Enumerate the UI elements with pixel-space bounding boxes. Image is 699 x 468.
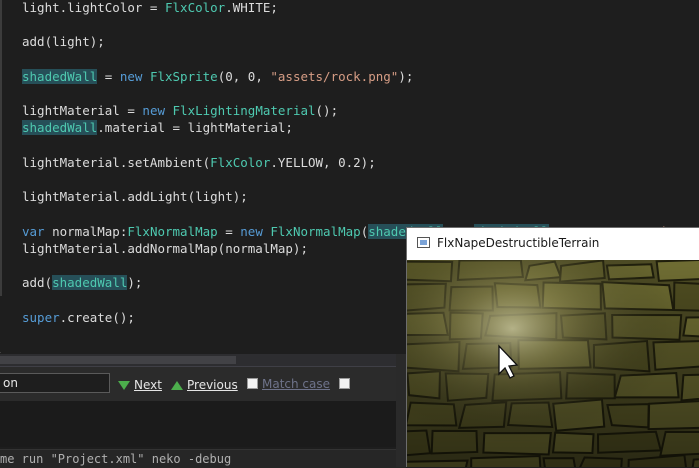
code-token: =	[217, 223, 241, 239]
fold-guide	[0, 0, 2, 296]
code-token: FlxLightingMaterial	[172, 103, 316, 119]
code-token: add(light);	[22, 34, 105, 50]
find-next-label: Next	[134, 378, 162, 392]
code-line[interactable]: shadedWall.material = lightMaterial;	[22, 120, 293, 136]
code-line[interactable]: }	[0, 344, 2, 354]
code-token: (0, 0,	[217, 68, 271, 84]
code-token: shadedWall	[22, 68, 98, 84]
code-token: );	[127, 275, 143, 291]
code-token: new	[240, 223, 263, 239]
window-title: FlxNapeDestructibleTerrain	[437, 236, 600, 250]
match-case-checkbox[interactable]	[247, 378, 258, 389]
code-token: FlxNormalMap	[127, 223, 218, 239]
code-token: lightMaterial =	[22, 103, 143, 119]
code-line[interactable]: light.lightColor = FlxColor.WHITE;	[22, 0, 278, 16]
code-token: shadedWall	[22, 120, 98, 136]
code-line[interactable]: lightMaterial.setAmbient(FlxColor.YELLOW…	[22, 155, 376, 171]
code-line[interactable]: lightMaterial = new FlxLightingMaterial(…	[22, 103, 338, 119]
code-token: FlxSprite	[149, 68, 218, 84]
code-token: lightMaterial.addLight(light);	[22, 189, 248, 205]
code-token: super	[22, 309, 60, 325]
code-line[interactable]: lightMaterial.addLight(light);	[22, 189, 248, 205]
code-token: lightMaterial.setAmbient(	[22, 154, 211, 170]
horizontal-scrollbar[interactable]	[0, 354, 406, 366]
arrow-down-icon	[118, 380, 130, 390]
code-token: light.lightColor =	[22, 0, 165, 15]
code-token: "assets/rock.png"	[270, 68, 399, 84]
find-bar: Next Previous Match case	[0, 366, 406, 401]
code-line[interactable]: super.create();	[22, 310, 135, 326]
find-previous-label: Previous	[187, 378, 238, 392]
code-token: .material = lightMaterial;	[97, 120, 293, 136]
code-token: normalMap:	[44, 223, 128, 239]
shadow-overlay	[407, 260, 699, 467]
find-previous-button[interactable]: Previous	[171, 377, 238, 393]
code-token: FlxColor	[210, 154, 271, 170]
code-token: new	[119, 68, 143, 84]
code-line[interactable]: lightMaterial.addNormalMap(normalMap);	[22, 241, 308, 257]
code-token: lightMaterial.addNormalMap(normalMap);	[22, 240, 308, 256]
code-token: );	[398, 68, 414, 84]
game-canvas[interactable]	[407, 260, 699, 467]
output-panel	[0, 401, 406, 447]
find-input[interactable]	[0, 373, 110, 393]
code-token: .WHITE;	[225, 0, 278, 15]
code-token: var	[22, 223, 45, 239]
code-token: shadedWall	[52, 275, 128, 291]
window-app-icon	[417, 237, 430, 248]
game-window[interactable]: FlxNapeDestructibleTerrain	[406, 227, 699, 467]
code-line[interactable]: shadedWall = new FlxSprite(0, 0, "assets…	[22, 68, 414, 85]
code-token: =	[97, 68, 120, 84]
arrow-up-icon	[171, 380, 183, 390]
output-last-line: me run "Project.xml" neko -debug	[0, 449, 406, 468]
code-token: FlxNormalMap	[270, 223, 361, 239]
code-token: ();	[315, 103, 339, 119]
code-token: FlxColor	[165, 0, 226, 15]
window-titlebar[interactable]: FlxNapeDestructibleTerrain	[407, 228, 699, 260]
code-line[interactable]: add(light);	[22, 34, 105, 50]
panel-scrollbar[interactable]	[396, 354, 406, 467]
scrollbar-thumb[interactable]	[0, 356, 236, 364]
code-token: .YELLOW, 0.2);	[270, 154, 376, 170]
code-token: }	[0, 344, 2, 354]
code-token: add(	[22, 275, 53, 291]
code-token: new	[142, 103, 165, 119]
whole-word-checkbox[interactable]	[339, 378, 350, 389]
match-case-label: Match case	[262, 377, 331, 391]
code-line[interactable]: add(shadedWall);	[22, 275, 142, 291]
code-token: .create();	[59, 309, 135, 325]
find-next-button[interactable]: Next	[118, 377, 162, 393]
